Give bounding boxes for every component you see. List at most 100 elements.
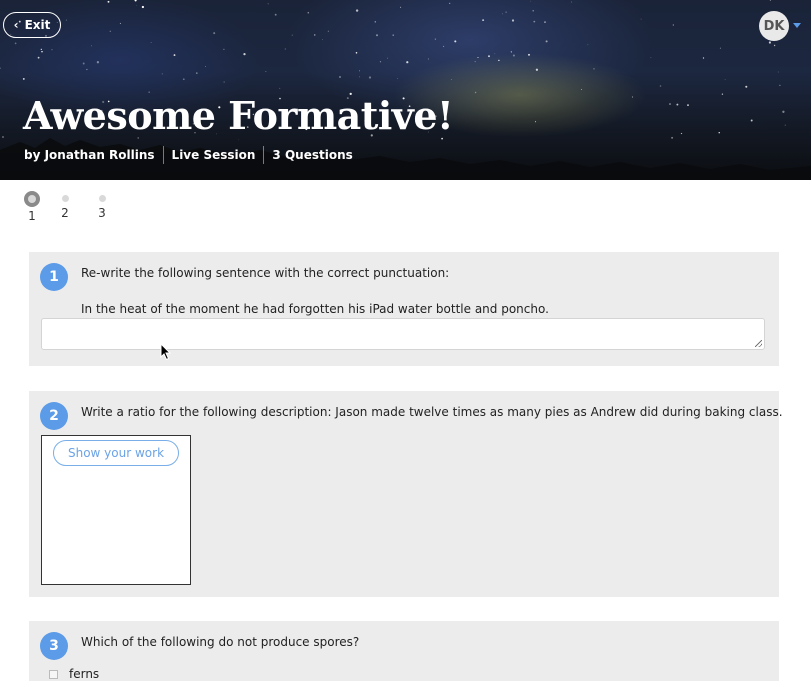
drawing-canvas[interactable]: Show your work: [41, 435, 191, 585]
star: [511, 19, 515, 22]
star: [528, 53, 530, 56]
star: [782, 110, 785, 113]
star: [368, 76, 372, 79]
star: [482, 19, 485, 22]
page-title: Awesome Formative!: [23, 93, 454, 138]
star: [502, 13, 503, 15]
star: [265, 71, 267, 72]
star: [307, 11, 310, 14]
star: [510, 51, 512, 53]
star: [355, 9, 359, 12]
star: [65, 19, 67, 21]
star: [161, 73, 163, 75]
star: [632, 96, 634, 98]
star: [22, 77, 25, 80]
star: [535, 68, 539, 71]
star: [322, 39, 323, 40]
star: [769, 0, 771, 1]
star: [119, 22, 121, 24]
star: [195, 72, 198, 74]
star: [676, 103, 679, 106]
question-count-label: 3 Questions: [272, 148, 353, 162]
mouse-cursor-icon: [160, 343, 172, 361]
star: [392, 34, 394, 36]
star: [86, 68, 88, 71]
star: [136, 4, 138, 6]
star: [533, 20, 536, 23]
question-card-3: 3 Which of the following do not produce …: [29, 621, 779, 681]
star: [545, 40, 548, 43]
star: [532, 9, 534, 12]
exit-button[interactable]: ‹ Exit: [3, 12, 61, 38]
star: [91, 45, 92, 47]
question-prompt: Write a ratio for the following descript…: [81, 405, 783, 419]
star: [182, 78, 185, 81]
star: [779, 84, 781, 86]
star: [37, 56, 40, 59]
question-card-1: 1 Re-write the following sentence with t…: [29, 252, 779, 366]
star: [449, 2, 451, 4]
question-sentence: In the heat of the moment he had forgott…: [81, 302, 549, 316]
progress-step-number: 3: [98, 206, 106, 220]
star: [443, 45, 445, 47]
avatar[interactable]: DK: [759, 11, 789, 41]
star: [51, 49, 53, 51]
show-work-button[interactable]: Show your work: [53, 440, 179, 466]
star: [640, 18, 642, 20]
progress-dot: [98, 195, 106, 202]
star: [150, 42, 152, 43]
star: [339, 76, 341, 78]
star: [406, 61, 409, 64]
star: [745, 85, 748, 88]
star: [474, 91, 477, 94]
star: [359, 76, 360, 78]
checkbox[interactable]: [49, 669, 58, 679]
star: [724, 79, 726, 80]
star: [593, 68, 595, 70]
star: [96, 61, 100, 64]
progress-step-number: 2: [61, 206, 69, 220]
star: [284, 48, 286, 50]
star: [243, 52, 246, 56]
chevron-down-icon[interactable]: [793, 23, 801, 28]
star: [454, 40, 457, 43]
star: [650, 57, 652, 59]
answer-textarea[interactable]: [41, 318, 765, 350]
progress-step-3[interactable]: 3: [92, 190, 112, 220]
star: [672, 24, 674, 26]
chevron-left-icon: ‹: [13, 18, 19, 32]
star: [223, 48, 225, 50]
star: [109, 30, 112, 33]
star: [773, 44, 776, 47]
star: [173, 54, 176, 57]
star: [474, 61, 476, 63]
progress-dot-current: [24, 191, 40, 207]
star: [777, 71, 779, 73]
star: [14, 42, 17, 45]
star: [387, 57, 389, 59]
star: [291, 34, 293, 36]
star: [355, 52, 358, 54]
star: [498, 59, 500, 62]
progress-dot: [61, 195, 69, 202]
session-meta: by Jonathan Rollins Live Session 3 Quest…: [24, 146, 361, 164]
session-type-label: Live Session: [171, 148, 256, 162]
question-prompt: Re-write the following sentence with the…: [81, 266, 450, 280]
progress-step-2[interactable]: 2: [55, 190, 75, 220]
resize-grip-icon[interactable]: [755, 340, 762, 347]
star: [141, 5, 145, 9]
star: [314, 34, 316, 36]
star: [450, 78, 452, 80]
header-banner: ‹ Exit DK Awesome Formative! by Jonathan…: [0, 0, 811, 180]
star: [397, 78, 399, 79]
star: [274, 13, 277, 16]
star: [477, 56, 479, 59]
star: [702, 57, 705, 59]
star: [721, 93, 724, 95]
answer-choice[interactable]: ferns: [49, 667, 99, 681]
star: [327, 30, 330, 32]
star: [107, 0, 110, 3]
star: [40, 48, 42, 50]
star: [488, 55, 490, 58]
progress-step-1[interactable]: 1: [22, 190, 42, 223]
